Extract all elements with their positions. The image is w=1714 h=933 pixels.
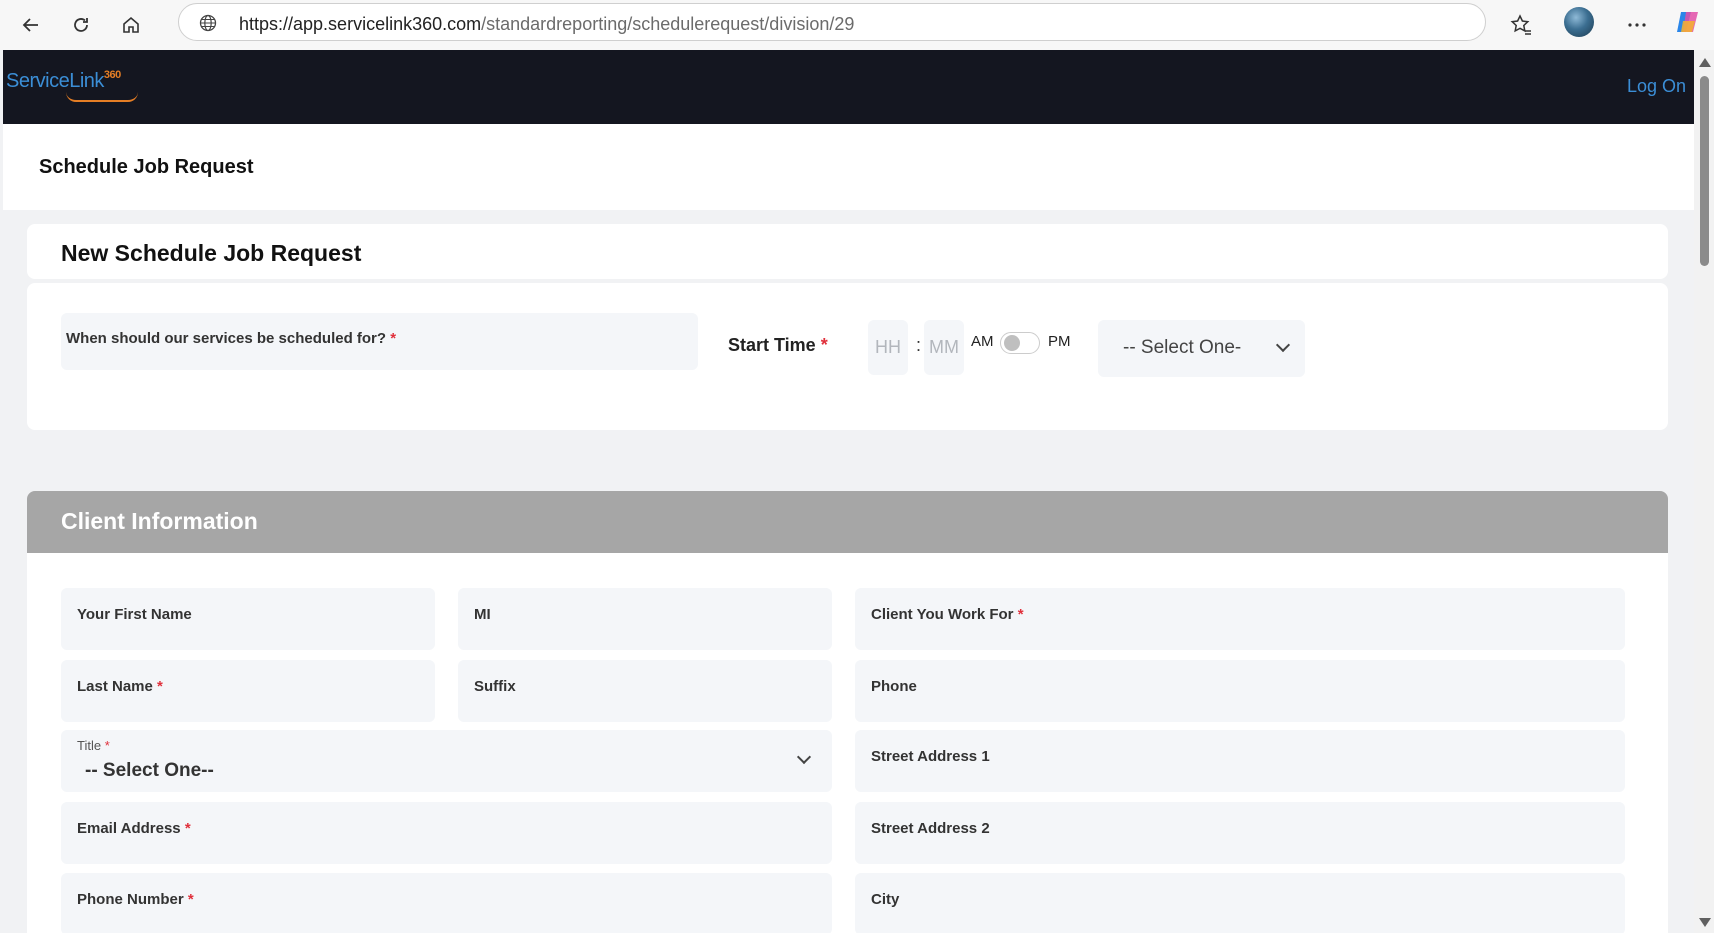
required-mark: * (390, 330, 397, 347)
phone-field[interactable]: Phone (855, 660, 1625, 722)
app-header: ServiceLink360 Log On (3, 50, 1694, 124)
time-colon: : (916, 335, 922, 355)
schedule-date-label: When should our services be scheduled fo… (66, 330, 396, 347)
hour-input[interactable]: HH (868, 320, 908, 375)
suffix-label: Suffix (474, 678, 516, 695)
client-you-work-for-field[interactable]: Client You Work For * (855, 588, 1625, 650)
back-icon[interactable] (14, 8, 48, 42)
last-name-field[interactable]: Last Name * (61, 660, 435, 722)
chevron-down-icon (796, 749, 812, 765)
city-label: City (871, 891, 900, 908)
mi-field[interactable]: MI (458, 588, 832, 650)
client-you-work-for-text: Client You Work For (871, 606, 1014, 623)
suffix-field[interactable]: Suffix (458, 660, 832, 722)
page-viewport: ServiceLink360 Log On Schedule Job Reque… (3, 50, 1694, 933)
logo-swoosh (66, 92, 138, 102)
address-bar[interactable]: https://app.servicelink360.com/standardr… (178, 3, 1486, 41)
phone-number-text: Phone Number (77, 891, 184, 908)
servicelink-logo[interactable]: ServiceLink360 (6, 69, 138, 102)
email-field[interactable]: Email Address * (61, 802, 832, 864)
client-info-body: Your First Name MI Client You Work For *… (27, 553, 1668, 933)
logo-text: ServiceLink (6, 70, 104, 92)
title-select-value: -- Select One-- (85, 760, 214, 781)
required-mark: * (187, 891, 194, 908)
log-on-link[interactable]: Log On (1627, 76, 1686, 97)
minute-input[interactable]: MM (924, 320, 964, 375)
phone-label: Phone (871, 678, 917, 695)
url-host: https://app.servicelink360.com (239, 14, 482, 34)
client-info-title: Client Information (61, 508, 258, 534)
street-address-2-field[interactable]: Street Address 2 (855, 802, 1625, 864)
globe-icon (199, 14, 217, 37)
logo-sup: 360 (103, 69, 121, 81)
url-path: /standardreporting/schedulerequest/divis… (481, 14, 855, 34)
scroll-down-icon[interactable] (1699, 918, 1711, 927)
last-name-text: Last Name (77, 678, 153, 695)
client-you-work-for-label: Client You Work For * (871, 606, 1024, 623)
toggle-knob (1004, 335, 1020, 351)
title-select[interactable]: Title * -- Select One-- (61, 730, 832, 792)
time-zone-select[interactable]: -- Select One- (1098, 320, 1305, 377)
start-time-label: Start Time * (728, 335, 828, 356)
favorites-icon[interactable] (1504, 8, 1538, 42)
start-time-label-text: Start Time (728, 335, 816, 355)
page-title-bar: Schedule Job Request (3, 124, 1694, 210)
am-label: AM (971, 333, 994, 350)
am-pm-toggle[interactable] (1000, 332, 1040, 354)
last-name-label: Last Name * (77, 678, 163, 695)
chevron-down-icon (1275, 337, 1291, 353)
title-label: Title * (77, 738, 110, 753)
scrollbar-thumb[interactable] (1700, 76, 1709, 266)
street-address-1-field[interactable]: Street Address 1 (855, 730, 1625, 792)
street-address-2-label: Street Address 2 (871, 820, 990, 837)
time-zone-select-value: -- Select One- (1123, 337, 1242, 358)
request-card-body: When should our services be scheduled fo… (27, 283, 1668, 430)
client-info-header: Client Information (27, 491, 1668, 553)
required-mark: * (104, 738, 110, 753)
request-card-header: New Schedule Job Request (27, 224, 1668, 279)
email-text: Email Address (77, 820, 181, 837)
email-label: Email Address * (77, 820, 191, 837)
schedule-date-label-text: When should our services be scheduled fo… (66, 330, 387, 347)
city-field[interactable]: City (855, 873, 1625, 933)
vertical-scrollbar[interactable] (1694, 50, 1714, 933)
mi-label: MI (474, 606, 491, 623)
request-card-title: New Schedule Job Request (61, 240, 362, 266)
browser-toolbar: https://app.servicelink360.com/standardr… (0, 0, 1714, 50)
required-mark: * (1017, 606, 1024, 623)
first-name-label: Your First Name (77, 606, 192, 623)
page-title: Schedule Job Request (39, 156, 254, 178)
url-text: https://app.servicelink360.com/standardr… (239, 14, 854, 35)
more-options-icon[interactable] (1620, 8, 1654, 42)
copilot-icon[interactable] (1673, 7, 1703, 37)
required-mark: * (820, 335, 828, 355)
home-icon[interactable] (114, 8, 148, 42)
pm-label: PM (1048, 333, 1071, 350)
scroll-up-icon[interactable] (1699, 58, 1711, 67)
required-mark: * (184, 820, 191, 837)
required-mark: * (157, 678, 163, 695)
schedule-date-field[interactable]: When should our services be scheduled fo… (61, 313, 698, 370)
title-label-text: Title (77, 738, 102, 753)
street-address-1-label: Street Address 1 (871, 748, 990, 765)
phone-number-label: Phone Number * (77, 891, 194, 908)
refresh-icon[interactable] (64, 8, 98, 42)
first-name-field[interactable]: Your First Name (61, 588, 435, 650)
phone-number-field[interactable]: Phone Number * (61, 873, 832, 933)
profile-avatar-icon[interactable] (1564, 7, 1594, 37)
